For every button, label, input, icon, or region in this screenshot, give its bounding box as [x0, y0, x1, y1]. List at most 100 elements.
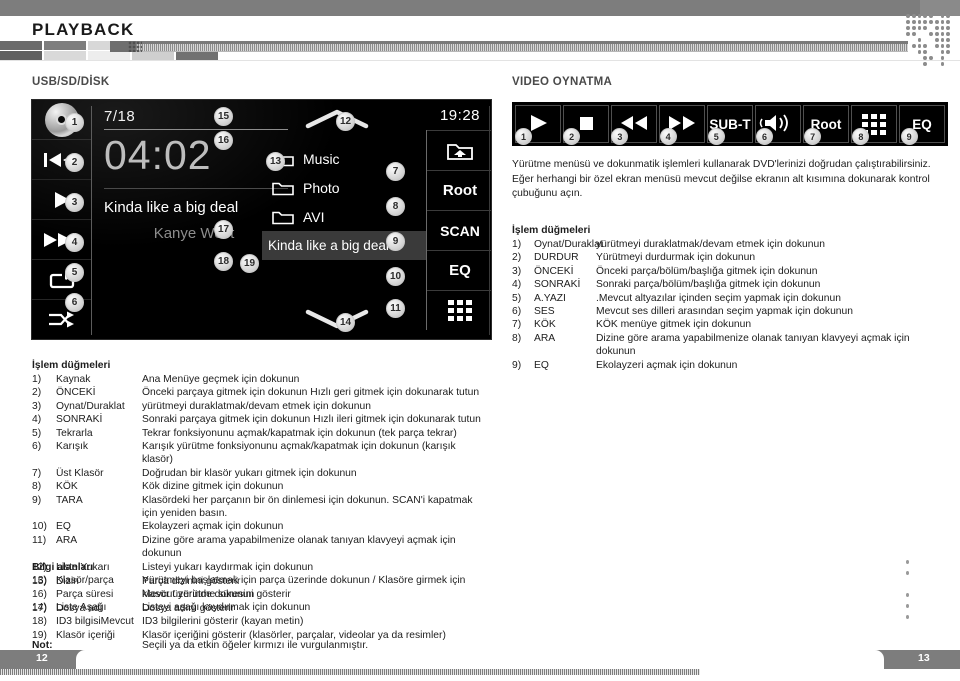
- row-description: Parça dizinini gösterir: [142, 576, 241, 587]
- audio-player-screenshot: 7/18 04:02 Kinda like a big deal Kanye W…: [31, 99, 492, 340]
- row-name: EQ: [534, 359, 549, 371]
- row-number: 5): [512, 292, 522, 304]
- list-row: 8) ARA Dizine göre arama yapabilmenize ola…: [512, 332, 948, 359]
- row-description: Sonraki parça/bölüm/başlığa gitmek için …: [596, 279, 821, 291]
- tab-strip: [0, 41, 960, 60]
- footer-base: [0, 675, 960, 681]
- list-row: 5) A.YAZI .Mevcut altyazılar içinden seçim…: [512, 292, 948, 305]
- row-number: 8): [512, 332, 522, 344]
- list-row: 6) SES Mevcut ses dilleri arasından seçim …: [512, 305, 948, 318]
- row-name: KÖK: [534, 319, 556, 331]
- manual-page: PLAYBACK USB/SD/DİSK VIDEO OYNATMA 7/18 …: [0, 0, 960, 681]
- list-item-label: Kinda like a big deal: [268, 238, 389, 253]
- up-folder-button[interactable]: [427, 130, 491, 170]
- callout-19: 19: [240, 254, 259, 273]
- up-folder-icon: [447, 143, 473, 160]
- list-row: 17) Dosya adı Dosya adını gösterir: [32, 602, 484, 615]
- tab-rail: [136, 44, 908, 52]
- info-fields-list: Bilgi alanları 15) Dizin Parça dizinini gö…: [32, 562, 484, 642]
- video-callout-1: 1: [515, 128, 532, 145]
- root-button[interactable]: Root: [427, 170, 491, 210]
- list-row: 9) TARA Klasördeki her parçanın bir ön din…: [32, 494, 484, 521]
- row-description: Tekrar fonksiyonunu açmak/kapatmak için …: [142, 427, 457, 439]
- row-number: 3): [512, 265, 522, 277]
- row-number: 1): [32, 374, 42, 385]
- row-name: ÖNCEKİ: [56, 387, 96, 399]
- row-description: Kök dizine gitmek için dokunun: [142, 481, 284, 493]
- keypad-button[interactable]: [427, 290, 491, 330]
- video-operation-list: İşlem düğmeleri 1) Oynat/Duraklat yürütmey…: [512, 225, 948, 372]
- list-row: 11) ARA Dizine göre arama yapabilmenize ol…: [32, 534, 484, 561]
- row-name: Dizin: [56, 576, 79, 587]
- folder-icon: [272, 211, 294, 224]
- eq-button[interactable]: EQ: [427, 250, 491, 290]
- row-number: 2): [32, 387, 42, 399]
- list-row: 1) Kaynak Ana Menüye geçmek için dokunun: [32, 373, 484, 386]
- video-intro-text: Yürütme menüsü ve dokunmatik işlemleri k…: [512, 159, 931, 200]
- row-name: ARA: [534, 332, 556, 344]
- row-number: 11): [32, 534, 47, 546]
- scan-button[interactable]: SCAN: [427, 210, 491, 250]
- keypad-grid-icon: [448, 300, 472, 321]
- callout-8: 8: [386, 197, 405, 216]
- row-name: A.YAZI: [534, 292, 566, 304]
- row-name: Üst Klasör: [56, 467, 104, 479]
- row-number: 9): [512, 359, 522, 371]
- callout-15: 15: [214, 107, 233, 126]
- row-description: Dizine göre arama yapabilmenize olanak t…: [596, 332, 910, 358]
- top-gray-band: [0, 0, 960, 16]
- list-row: 6) Karışık Karışık yürütme fonksiyonunu aç…: [32, 440, 484, 467]
- list-row: 2) DURDUR Yürütmeyi durdurmak için dokunun: [512, 251, 948, 264]
- row-description: Klasördeki her parçanın bir ön dinlemesi…: [142, 494, 473, 520]
- screen-divider-1: [91, 106, 92, 335]
- dot-pattern-decoration: [906, 14, 952, 72]
- callout-12: 12: [336, 112, 355, 131]
- row-description: KÖK menüye gitmek için dokunun: [596, 319, 752, 331]
- list-heading: İşlem düğmeleri: [32, 360, 111, 371]
- row-name: Dosya adı: [56, 602, 103, 614]
- list-row: 8) KÖK Kök dizine gitmek için dokunun: [32, 480, 484, 493]
- dot-pattern-decoration-lower: [906, 560, 952, 620]
- row-description: yürütmeyi duraklatmak/devam etmek için d…: [142, 400, 371, 412]
- callout-14: 14: [336, 313, 355, 332]
- action-column: 19:28 Root SCAN EQ: [427, 100, 491, 339]
- list-row: 4) SONRAKİ Sonraki parçaya gitmek için dok…: [32, 413, 484, 426]
- list-row: 2) ÖNCEKİ Önceki parçaya gitmek için dokun…: [32, 386, 484, 399]
- list-row: 4) SONRAKİ Sonraki parça/bölüm/başlığa git…: [512, 278, 948, 291]
- row-description: Ana Menüye geçmek için dokunun: [142, 374, 300, 385]
- list-item-label: AVI: [303, 208, 325, 225]
- row-number: 3): [32, 400, 42, 412]
- clock-display: 19:28: [439, 106, 481, 124]
- row-description: .Mevcut altyazılar içinden seçim yapmak …: [596, 292, 841, 304]
- video-callout-5: 5: [707, 128, 725, 145]
- folder-icon: [272, 182, 294, 195]
- tab-block-1: [0, 41, 42, 60]
- row-number: 7): [32, 467, 42, 479]
- row-name: SONRAKİ: [56, 414, 103, 426]
- row-name: Oynat/Duraklat: [534, 239, 603, 250]
- list-row: 3) ÖNCEKİ Önceki parça/bölüm/başlığa gitme…: [512, 265, 948, 278]
- row-number: 4): [32, 414, 42, 426]
- list-row: 15) Dizin Parça dizinini gösterir: [32, 575, 484, 588]
- callout-5: 5: [65, 263, 84, 282]
- row-number: 17): [32, 602, 47, 614]
- row-name: KÖK: [56, 481, 78, 493]
- row-number: 16): [32, 589, 47, 601]
- callout-3: 3: [65, 193, 84, 212]
- list-row: 7) KÖK KÖK menüye gitmek için dokunun: [512, 318, 948, 331]
- row-number: 4): [512, 279, 522, 291]
- row-description: Karışık yürütme fonksiyonunu açmak/kapat…: [142, 441, 456, 466]
- callout-10: 10: [386, 267, 405, 286]
- row-number: 10): [32, 521, 47, 533]
- callout-6: 6: [65, 293, 84, 312]
- list-heading: Bilgi alanları: [32, 562, 94, 573]
- row-description: Mevcut yürütme süresini gösterir: [142, 589, 291, 601]
- row-name: Parça süresi: [56, 589, 114, 601]
- page-title: PLAYBACK: [32, 20, 135, 39]
- section-label-video: VIDEO OYNATMA: [512, 76, 613, 88]
- page-number-left: 12: [36, 652, 48, 664]
- row-name: DURDUR: [534, 252, 579, 264]
- footer-cutout: [76, 650, 884, 669]
- row-number: 7): [512, 319, 522, 331]
- section-label-usb: USB/SD/DİSK: [32, 76, 110, 88]
